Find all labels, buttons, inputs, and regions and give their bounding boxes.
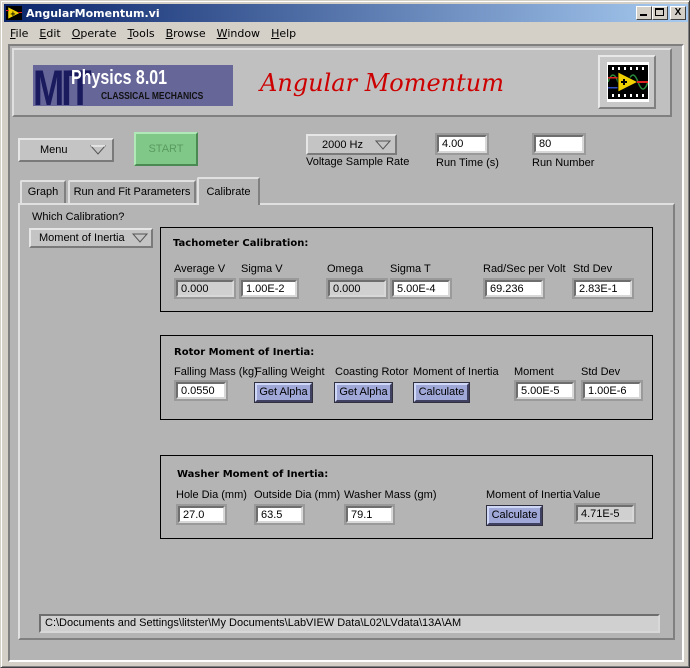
menu-ring[interactable]: Menu	[18, 138, 114, 162]
start-button[interactable]: START	[134, 132, 198, 166]
omega-label: Omega	[327, 263, 364, 275]
maximize-icon	[655, 8, 664, 16]
omega-indicator: 0.000	[326, 278, 388, 299]
svg-text:+: +	[10, 10, 16, 18]
mit-physics-logo: MIT Physics 8.01 CLASSICAL MECHANICS	[33, 65, 233, 106]
tab-calibrate[interactable]: Calibrate	[197, 177, 260, 205]
which-calibration-label: Which Calibration?	[32, 211, 125, 223]
falling-weight-get-alpha-button[interactable]: Get Alpha	[254, 382, 313, 403]
chevron-down-icon	[132, 233, 148, 243]
outside-dia-input[interactable]: 63.5	[254, 504, 305, 525]
hole-dia-label: Hole Dia (mm)	[176, 489, 247, 501]
menu-edit[interactable]: Edit	[33, 27, 65, 40]
rotor-std-dev-label: Std Dev	[581, 366, 621, 378]
sigma-v-input[interactable]: 1.00E-2	[239, 278, 299, 299]
menu-browse[interactable]: Browse	[160, 27, 211, 40]
average-v-label: Average V	[174, 263, 226, 275]
maximize-button[interactable]	[652, 6, 668, 20]
minimize-button[interactable]	[636, 6, 652, 20]
menu-file[interactable]: File	[4, 27, 33, 40]
coasting-rotor-label: Coasting Rotor	[335, 366, 409, 378]
run-number-input[interactable]: 80	[532, 133, 586, 155]
vi-icon-frame	[598, 55, 656, 109]
hole-dia-input[interactable]: 27.0	[176, 504, 227, 525]
moment-input[interactable]: 5.00E-5	[514, 380, 576, 401]
rotor-title: Rotor Moment of Inertia:	[174, 347, 315, 358]
falling-mass-input[interactable]: 0.0550	[174, 380, 228, 401]
labview-vi-icon	[608, 65, 648, 99]
tach-std-dev-input[interactable]: 2.83E-1	[572, 278, 634, 299]
chevron-down-icon	[90, 145, 106, 155]
run-number-label: Run Number	[532, 157, 595, 169]
menu-operate[interactable]: Operate	[66, 27, 122, 40]
title-bar: + AngularMomentum.vi X	[4, 4, 688, 22]
average-v-indicator: 0.000	[174, 278, 236, 299]
washer-calculate-button[interactable]: Calculate	[486, 505, 543, 526]
sigma-t-input[interactable]: 5.00E-4	[390, 278, 452, 299]
app-title: Angular Momentum	[260, 69, 504, 97]
close-icon: X	[674, 7, 682, 18]
window-title: AngularMomentum.vi	[26, 6, 160, 20]
moment-label: Moment	[514, 366, 554, 378]
header-banner: MIT Physics 8.01 CLASSICAL MECHANICS Ang…	[12, 48, 672, 117]
minimize-icon	[640, 14, 647, 16]
washer-moi-label: Moment of Inertia	[486, 489, 572, 501]
run-time-label: Run Time (s)	[436, 157, 499, 169]
chevron-down-icon	[375, 140, 391, 150]
data-path-indicator: C:\Documents and Settings\litster\My Doc…	[39, 614, 660, 633]
washer-value-label: Value	[573, 489, 601, 501]
rad-per-volt-label: Rad/Sec per Volt	[483, 263, 566, 275]
rotor-moi-label: Moment of Inertia	[413, 366, 499, 378]
menu-help[interactable]: Help	[265, 27, 301, 40]
falling-weight-label: Falling Weight	[255, 366, 325, 378]
which-calibration-ring[interactable]: Moment of Inertia	[29, 228, 153, 248]
washer-mass-label: Washer Mass (gm)	[344, 489, 437, 501]
menu-bar: File Edit Operate Tools Browse Window He…	[4, 23, 688, 43]
washer-mass-input[interactable]: 79.1	[344, 504, 395, 525]
run-time-input[interactable]: 4.00	[435, 133, 489, 155]
menu-window[interactable]: Window	[211, 27, 265, 40]
menu-tools[interactable]: Tools	[122, 27, 160, 40]
tach-std-dev-label: Std Dev	[573, 263, 613, 275]
sample-rate-ring[interactable]: 2000 Hz	[306, 134, 397, 155]
coasting-rotor-get-alpha-button[interactable]: Get Alpha	[334, 382, 393, 403]
rad-per-volt-input[interactable]: 69.236	[483, 278, 545, 299]
tab-run-and-fit-parameters[interactable]: Run and Fit Parameters	[68, 180, 196, 204]
close-button[interactable]: X	[670, 6, 686, 20]
tachometer-title: Tachometer Calibration:	[173, 238, 309, 249]
sigma-t-label: Sigma T	[390, 263, 431, 275]
washer-value-indicator: 4.71E-5	[574, 503, 636, 524]
falling-mass-label: Falling Mass (kg)	[174, 366, 258, 378]
rotor-calculate-button[interactable]: Calculate	[413, 382, 470, 403]
tab-graph[interactable]: Graph	[20, 180, 66, 204]
sample-rate-label: Voltage Sample Rate	[306, 156, 410, 168]
sigma-v-label: Sigma V	[241, 263, 283, 275]
rotor-std-dev-input[interactable]: 1.00E-6	[581, 380, 643, 401]
outside-dia-label: Outside Dia (mm)	[254, 489, 341, 501]
labview-app-icon: +	[6, 6, 22, 20]
washer-title: Washer Moment of Inertia:	[177, 469, 329, 480]
app-window: + AngularMomentum.vi X File Edit Operate…	[0, 0, 690, 668]
